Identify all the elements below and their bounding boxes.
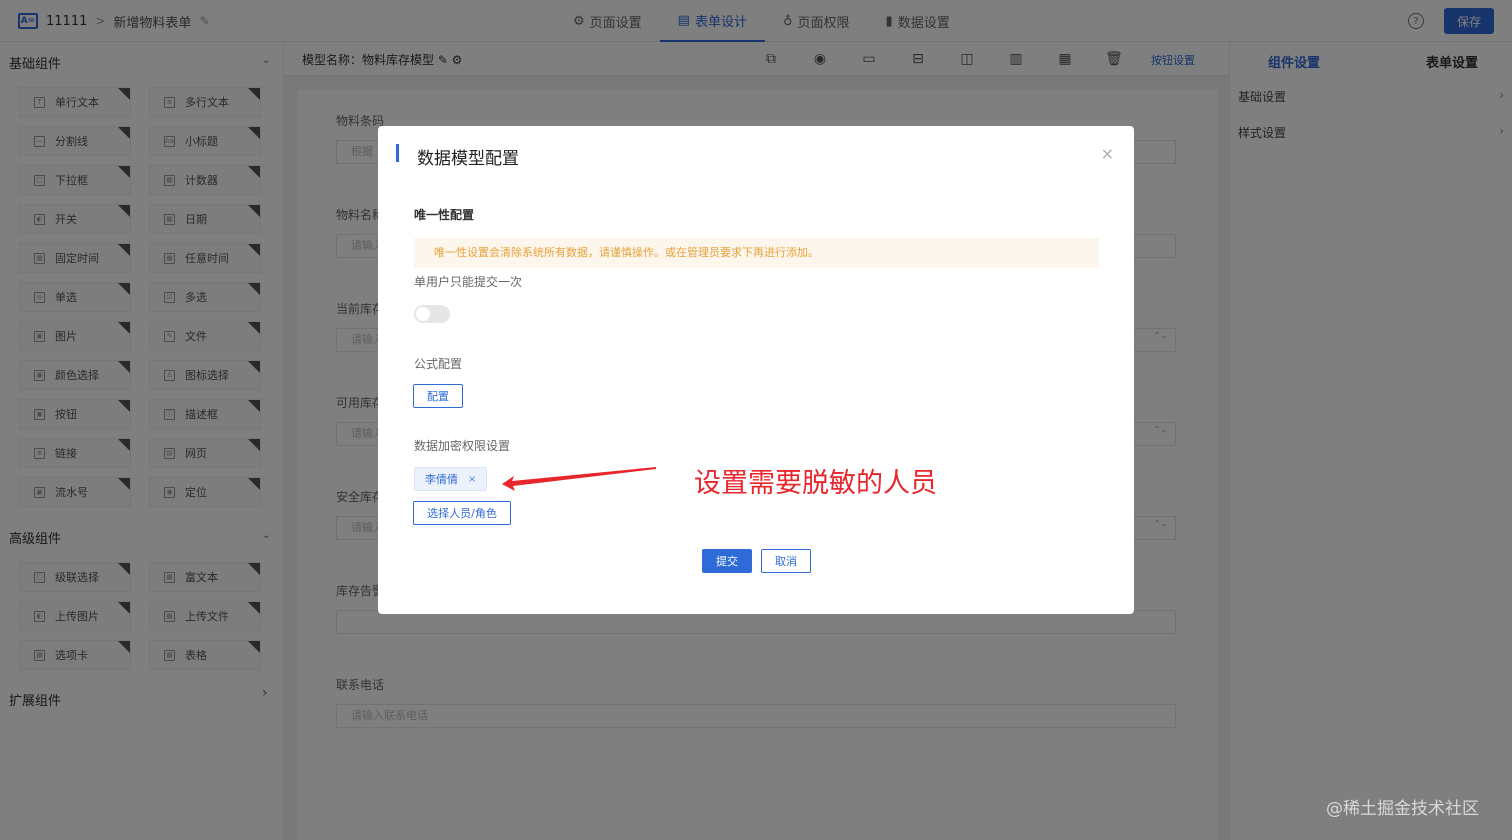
data-model-config-dialog: 数据模型配置 × 唯一性配置 唯一性设置会清除系统所有数据，请谨慎操作。或在管理…: [378, 126, 1134, 614]
submit-button[interactable]: 提交: [702, 549, 752, 573]
formula-config-button[interactable]: 配置: [413, 384, 463, 408]
watermark: @稀土掘金技术社区: [1326, 799, 1479, 819]
tag-close-icon[interactable]: ×: [468, 474, 476, 485]
toggle-knob: [416, 307, 430, 321]
warning-alert: 唯一性设置会清除系统所有数据，请谨慎操作。或在管理员要求下再进行添加。: [414, 238, 1099, 268]
close-icon[interactable]: ×: [1101, 144, 1114, 163]
annotation-arrow-icon: [502, 467, 656, 491]
tag-label: 李倩倩: [425, 473, 458, 486]
select-person-role-button[interactable]: 选择人员/角色: [413, 501, 511, 525]
encrypt-permission-label: 数据加密权限设置: [414, 439, 511, 453]
single-submit-label: 单用户只能提交一次: [414, 275, 523, 289]
title-accent-bar: [396, 144, 399, 162]
cancel-button[interactable]: 取消: [761, 549, 811, 573]
unique-config-title: 唯一性配置: [414, 208, 475, 222]
dialog-title: 数据模型配置: [417, 149, 519, 169]
annotation-text: 设置需要脱敏的人员: [694, 468, 937, 499]
selected-person-tag: 李倩倩 ×: [414, 467, 488, 491]
formula-config-label: 公式配置: [414, 357, 463, 371]
single-submit-toggle[interactable]: [414, 305, 450, 323]
